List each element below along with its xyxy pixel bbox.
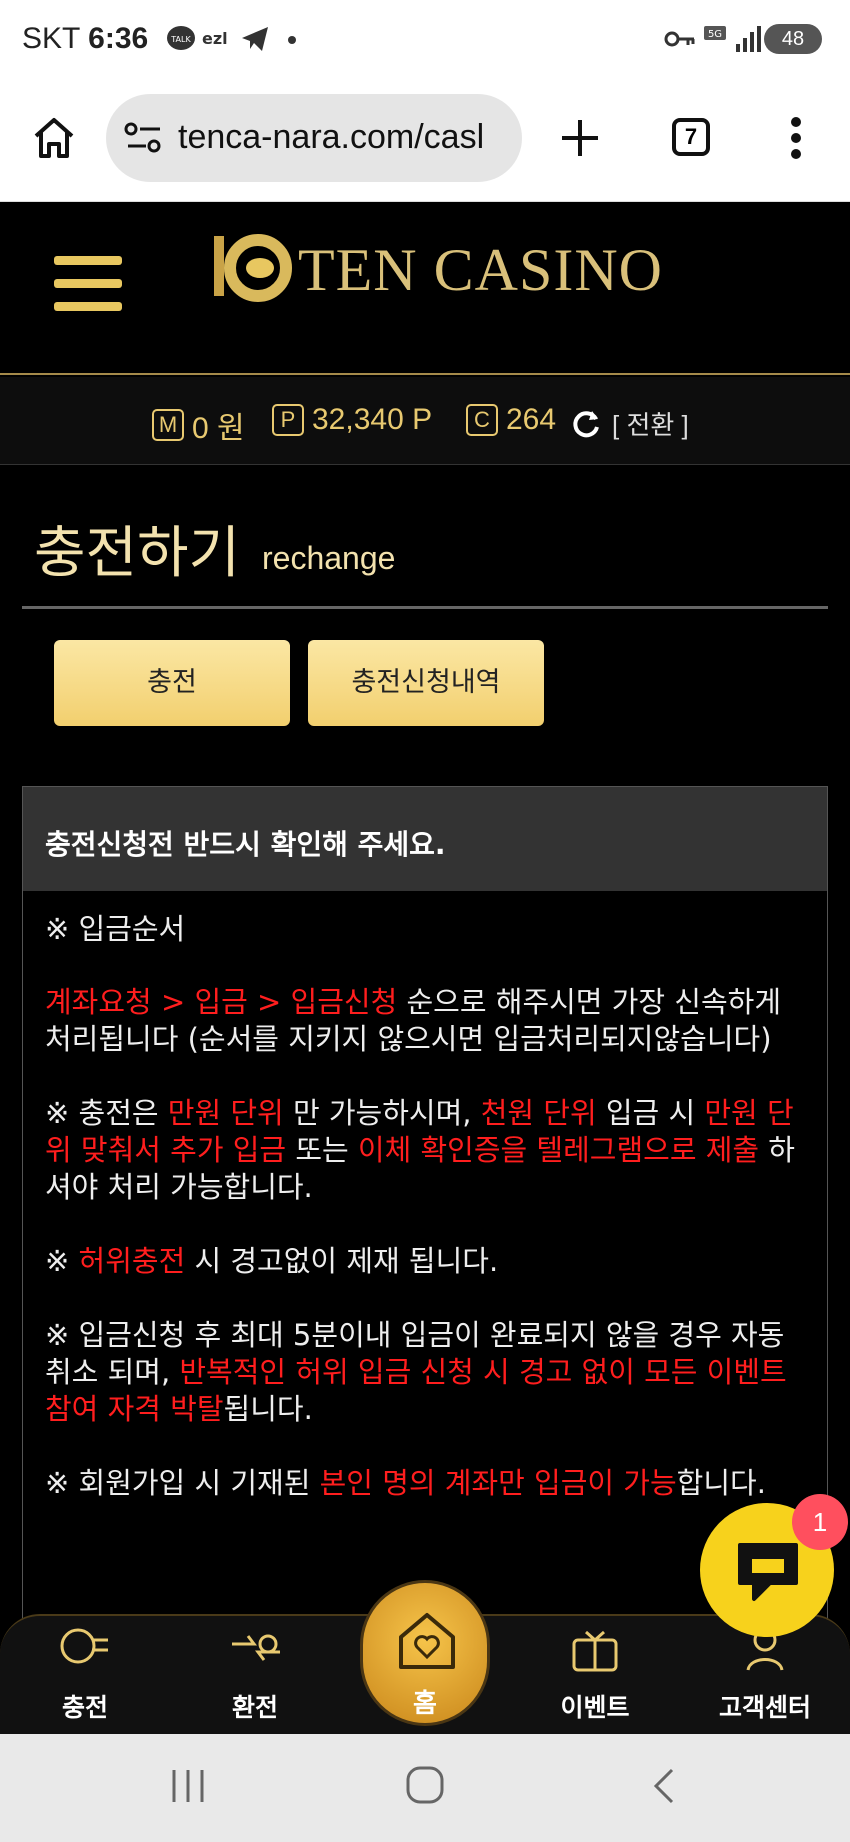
charge-icon: [60, 1628, 108, 1664]
url-text: tenca-nara.com/casl: [178, 118, 485, 156]
svg-text:5G: 5G: [708, 29, 722, 40]
charge-history-button[interactable]: 충전신청내역: [308, 640, 544, 726]
notice-red-text: 허위충전: [78, 1244, 186, 1278]
notice-text: ※ 충전은: [45, 1096, 168, 1130]
new-tab-icon[interactable]: [558, 116, 602, 160]
nav-support-label: 고객센터: [718, 1693, 811, 1722]
dot-icon: [288, 36, 296, 44]
ezl-icon: ezl: [202, 29, 228, 48]
home-button-icon[interactable]: [404, 1764, 446, 1806]
site-settings-icon[interactable]: [124, 120, 164, 156]
menu-icon[interactable]: [54, 256, 122, 325]
balance-bar: M 0 원 P 32,340 P C 264 [ 전환 ]: [0, 377, 850, 465]
home-heart-icon: [399, 1613, 455, 1669]
nav-home[interactable]: 홈: [360, 1580, 490, 1726]
coin-label: C: [466, 404, 498, 436]
site-logo[interactable]: TEN CASINO: [298, 236, 663, 305]
notice-paragraph-2: ※ 충전은 만원 단위 만 가능하시며, 천원 단위 입금 시 만원 단위 맞춰…: [45, 1095, 809, 1206]
chat-icon: [738, 1543, 798, 1601]
point-value: 32,340 P: [312, 403, 433, 436]
title-divider: [22, 606, 828, 609]
notice-text: 입금 시: [596, 1096, 705, 1130]
url-bar[interactable]: tenca-nara.com/casl: [106, 94, 522, 182]
coin-value: 264: [506, 403, 557, 436]
coin-balance: C 264: [466, 403, 556, 437]
nav-charge-label: 충전: [61, 1693, 108, 1722]
casino-logo-icon: [214, 234, 292, 302]
notice-paragraph-4: ※ 입금신청 후 최대 5분이내 입금이 완료되지 않을 경우 자동 취소 되며…: [45, 1317, 809, 1428]
more-options-icon[interactable]: [784, 114, 808, 164]
notice-text: 만 가능하시며,: [283, 1096, 481, 1130]
notice-body: ※ 입금순서 계좌요청 > 입금 > 입금신청 순으로 해주시면 가장 신속하게…: [23, 891, 827, 1502]
notice-box: 충전신청전 반드시 확인해 주세요. ※ 입금순서 계좌요청 > 입금 > 입금…: [22, 786, 828, 1626]
notice-text: 됩니다.: [223, 1392, 313, 1426]
notice-red-text: 계좌요청 > 입금 > 입금신청: [45, 985, 398, 1019]
notice-red-text: 이체 확인증을 텔레그램으로 제출: [357, 1133, 760, 1167]
notice-text: 또는: [286, 1133, 358, 1167]
money-value: 0 원: [192, 412, 245, 445]
notice-red-text: 천원 단위: [480, 1096, 597, 1130]
notice-paragraph-5: ※ 회원가입 시 기재된 본인 명의 계좌만 입금이 가능합니다.: [45, 1465, 809, 1502]
network-5g-icon: 5G: [704, 26, 726, 40]
signal-icon: [736, 26, 761, 52]
carrier-name: SKT: [22, 22, 80, 55]
nav-exchange-label: 환전: [231, 1693, 278, 1722]
tab-count-button[interactable]: 7: [672, 118, 710, 156]
point-balance: P 32,340 P: [272, 403, 432, 437]
refresh-icon[interactable]: [570, 407, 602, 439]
notice-text: 시 경고없이 제재 됩니다.: [185, 1244, 499, 1278]
key-icon: [664, 31, 695, 47]
money-balance: M 0 원: [152, 403, 245, 447]
back-icon[interactable]: [648, 1766, 678, 1806]
page-subtitle: rechange: [262, 540, 396, 576]
notice-heading: 충전신청전 반드시 확인해 주세요.: [23, 787, 827, 891]
point-label: P: [272, 404, 304, 436]
charge-tab-button[interactable]: 충전: [54, 640, 290, 726]
battery-indicator: 48: [764, 24, 822, 54]
deposit-order-heading: ※ 입금순서: [45, 912, 186, 946]
notice-red-text: 만원 단위: [167, 1096, 284, 1130]
notice-text: ※: [45, 1244, 79, 1278]
exchange-icon: [232, 1634, 280, 1661]
telegram-icon: [242, 27, 268, 51]
page-title: 충전하기: [34, 521, 241, 586]
home-icon[interactable]: [32, 116, 76, 160]
svg-text:TALK: TALK: [170, 35, 191, 44]
page: { "status_bar": { "carrier": "SKT", "tim…: [0, 0, 850, 1842]
money-label: M: [152, 409, 184, 441]
gift-icon: [572, 1630, 618, 1672]
notice-text: 합니다.: [676, 1466, 766, 1500]
notice-paragraph-3: ※ 허위충전 시 경고없이 제재 됩니다.: [45, 1243, 809, 1280]
status-time: 6:36: [88, 22, 149, 55]
status-carrier: SKT 6:36: [22, 22, 148, 56]
notice-text: ※ 회원가입 시 기재된: [45, 1466, 320, 1500]
recent-apps-icon[interactable]: [168, 1766, 208, 1806]
convert-button[interactable]: [ 전환 ]: [612, 405, 689, 442]
system-nav-bar: [0, 1734, 850, 1842]
status-bar: SKT 6:36 TALK ezl 5G 48: [0, 0, 850, 80]
chat-badge: 1: [792, 1494, 848, 1550]
nav-home-label: 홈: [413, 1689, 437, 1719]
nav-event-label: 이벤트: [560, 1693, 630, 1722]
notice-red-text: 본인 명의 계좌만 입금이 가능: [319, 1466, 677, 1500]
kakaotalk-icon: TALK: [167, 26, 195, 50]
notice-paragraph-1: 계좌요청 > 입금 > 입금신청 순으로 해주시면 가장 신속하게 처리됩니다 …: [45, 984, 809, 1058]
browser-toolbar: tenca-nara.com/casl 7: [0, 80, 850, 202]
svg-text:ezl: ezl: [202, 29, 228, 48]
